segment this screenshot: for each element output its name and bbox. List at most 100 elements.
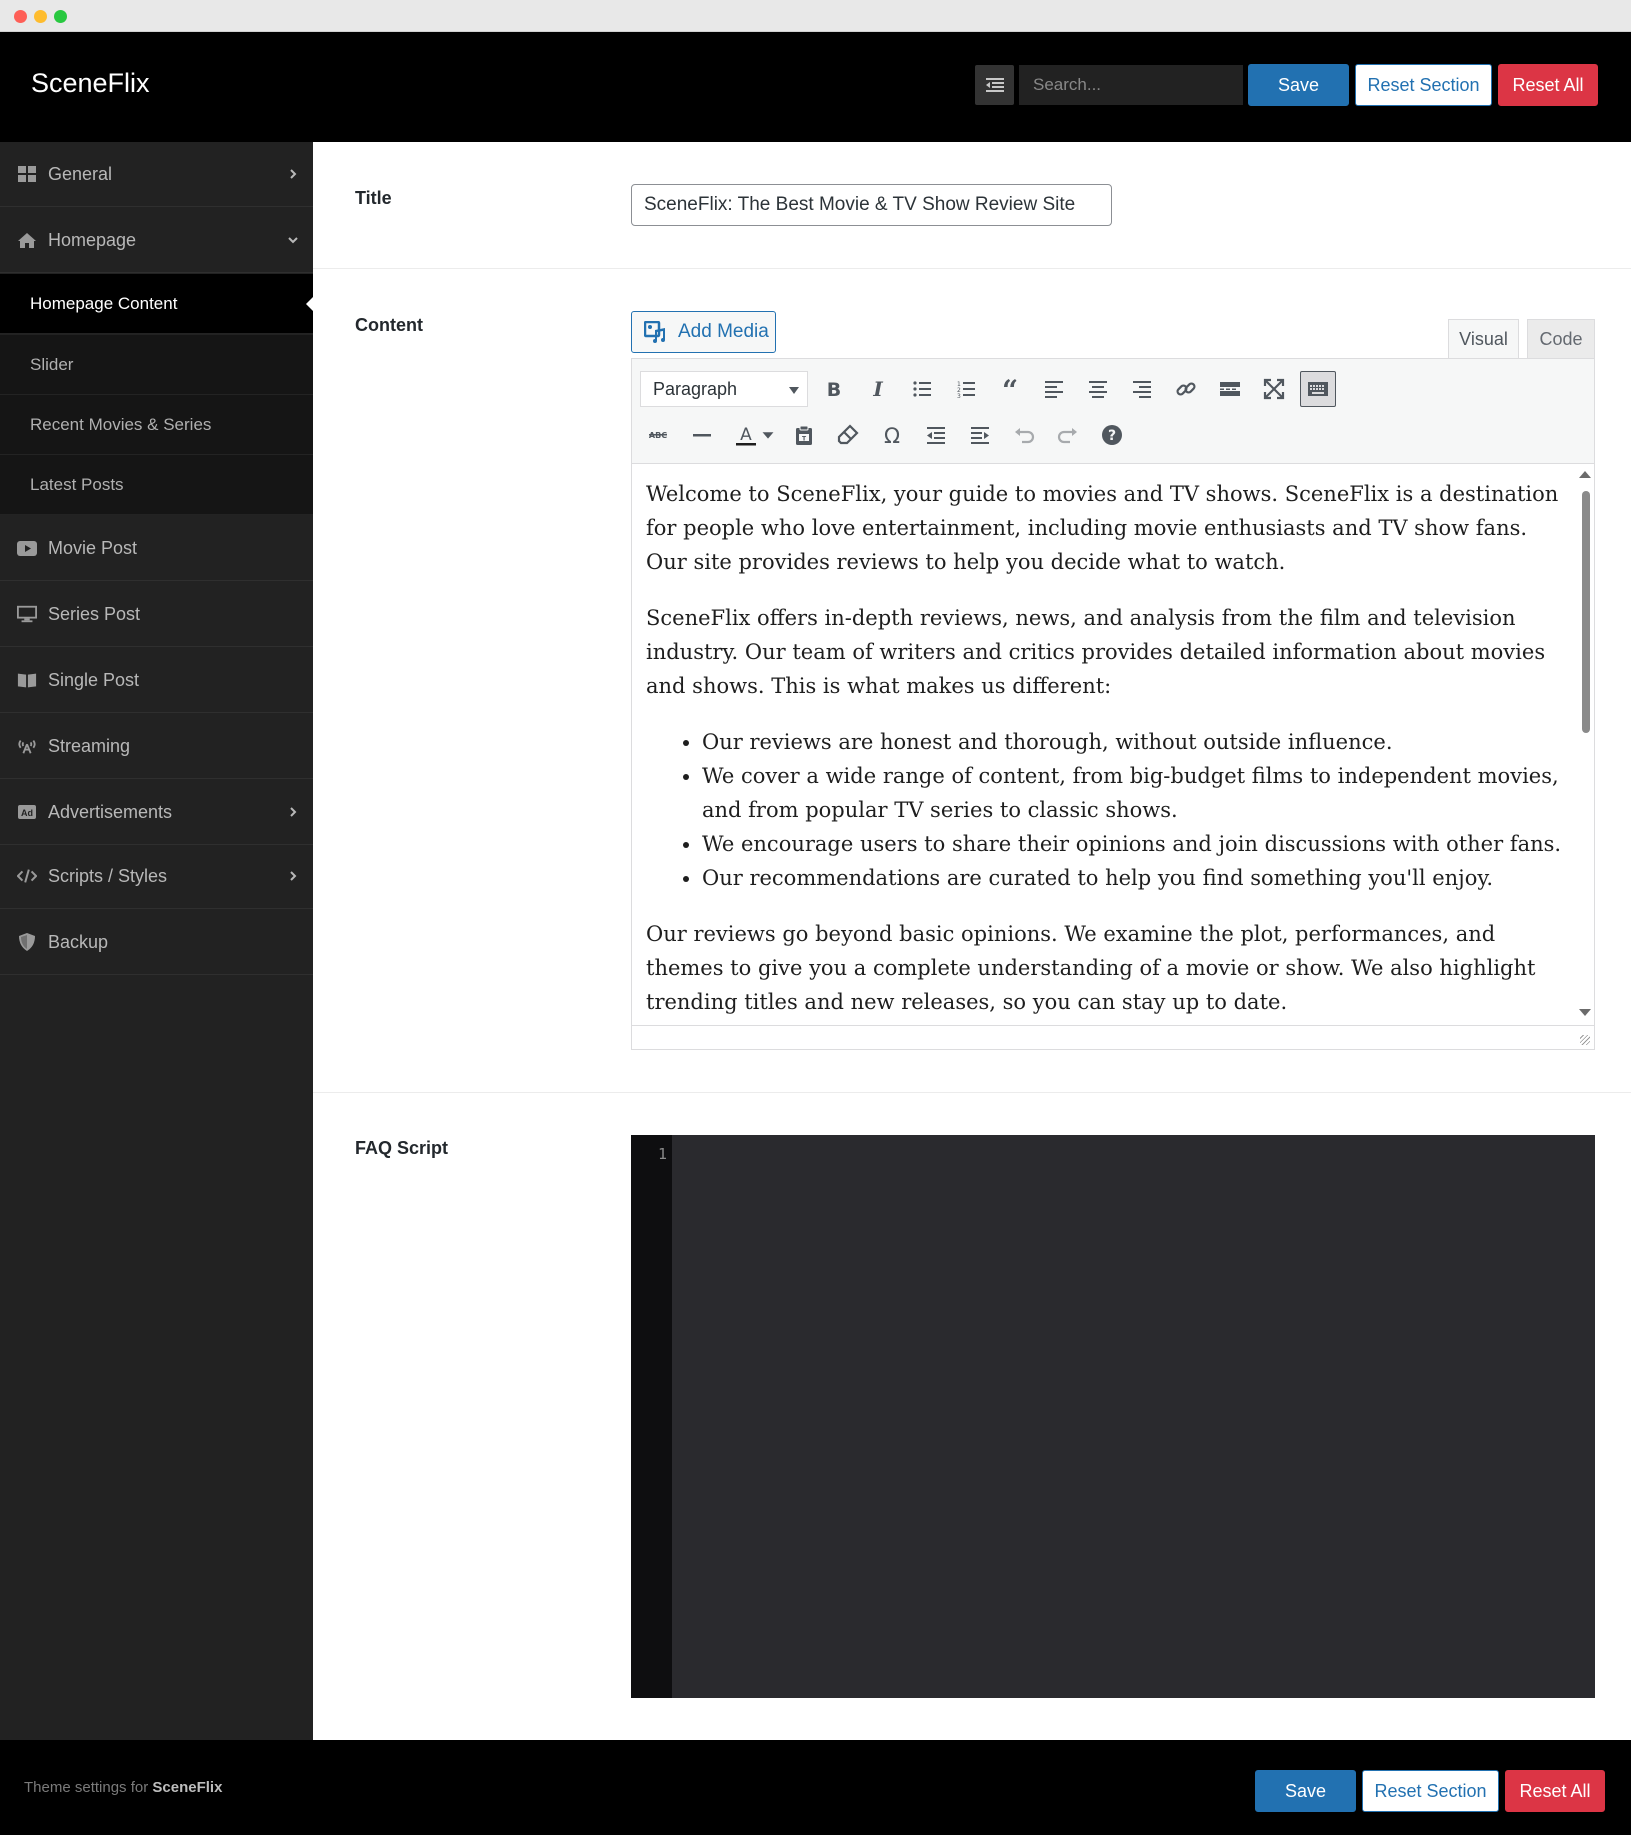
home-icon <box>17 230 37 250</box>
help-button[interactable]: ? <box>1094 417 1130 453</box>
search-input[interactable] <box>1019 65 1243 105</box>
maximize-window-button[interactable] <box>54 10 67 23</box>
align-center-icon <box>1089 381 1107 398</box>
paste-text-button[interactable]: T <box>786 417 822 453</box>
footer: Theme settings for SceneFlix Save Reset … <box>0 1740 1631 1835</box>
footer-save-button[interactable]: Save <box>1255 1770 1356 1812</box>
bold-icon: B <box>827 379 841 400</box>
footer-reset-all-button[interactable]: Reset All <box>1505 1770 1605 1812</box>
list-item: We encourage users to share their opinio… <box>702 827 1568 861</box>
text-color-dropdown-button[interactable] <box>758 417 778 453</box>
editor-content-area[interactable]: Welcome to SceneFlix, your guide to movi… <box>632 465 1582 1025</box>
content-label: Content <box>355 315 423 335</box>
youtube-icon <box>17 538 37 558</box>
toolbar-toggle-button[interactable] <box>1300 371 1336 407</box>
footer-reset-section-button[interactable]: Reset Section <box>1362 1770 1499 1812</box>
keyboard-icon <box>1308 382 1328 396</box>
sidebar-item-advertisements[interactable]: Ad Advertisements <box>0 780 313 845</box>
list-item: Our reviews are honest and thorough, wit… <box>702 725 1568 759</box>
sidebar-toggle-button[interactable] <box>975 65 1014 105</box>
sidebar-item-homepage[interactable]: Homepage <box>0 208 313 273</box>
sidebar-item-label: Backup <box>48 931 109 952</box>
quote-icon: “ <box>1002 378 1018 400</box>
clear-formatting-button[interactable] <box>830 417 866 453</box>
scroll-up-arrow-icon[interactable] <box>1579 471 1591 478</box>
chevron-right-icon <box>290 807 297 817</box>
sidebar-item-streaming[interactable]: Streaming <box>0 714 313 779</box>
editor-statusbar <box>632 1025 1594 1049</box>
align-right-icon <box>1133 381 1151 398</box>
bold-button[interactable]: B <box>816 371 852 407</box>
sidebar-item-label: Streaming <box>48 735 131 756</box>
outdent-icon <box>927 427 945 444</box>
italic-button[interactable]: I <box>860 371 896 407</box>
sidebar-subitem-homepage-content[interactable]: Homepage Content <box>0 274 313 334</box>
sidebar-item-general[interactable]: General <box>0 142 313 207</box>
blockquote-button[interactable]: “ <box>992 371 1028 407</box>
faq-script-code-editor[interactable]: 1 <box>631 1135 1595 1698</box>
outdent-button[interactable] <box>918 417 954 453</box>
fullscreen-button[interactable] <box>1256 371 1292 407</box>
eraser-icon <box>837 424 859 445</box>
sidebar-subitem-latest-posts[interactable]: Latest Posts <box>0 455 313 515</box>
bullet-list-button[interactable] <box>904 371 940 407</box>
collapse-menu-icon <box>985 78 1004 92</box>
monitor-icon <box>17 604 37 624</box>
content-paragraph: SceneFlix offers in-depth reviews, news,… <box>646 606 1546 698</box>
scroll-thumb[interactable] <box>1582 491 1590 733</box>
read-more-button[interactable] <box>1212 371 1248 407</box>
indent-icon <box>971 427 989 444</box>
sidebar-item-backup[interactable]: Backup <box>0 910 313 975</box>
chevron-right-icon <box>290 871 297 881</box>
title-input[interactable] <box>631 184 1112 226</box>
italic-icon: I <box>872 378 883 400</box>
brand-title: SceneFlix <box>31 68 150 98</box>
sidebar-subitem-recent-movies-series[interactable]: Recent Movies & Series <box>0 395 313 455</box>
close-window-button[interactable] <box>14 10 27 23</box>
special-character-button[interactable]: Ω <box>874 417 910 453</box>
rich-text-editor: Paragraph B I 123 “ ABC A T Ω ? Welcome … <box>631 358 1595 1050</box>
redo-button[interactable] <box>1050 417 1086 453</box>
insert-link-button[interactable] <box>1168 371 1204 407</box>
align-left-button[interactable] <box>1036 371 1072 407</box>
reset-all-button[interactable]: Reset All <box>1498 64 1598 106</box>
svg-text:3: 3 <box>957 393 961 400</box>
svg-text:A: A <box>740 425 752 445</box>
top-header: SceneFlix Save Reset Section Reset All <box>0 32 1631 142</box>
sidebar-subitem-slider[interactable]: Slider <box>0 335 313 395</box>
sidebar-item-scripts-styles[interactable]: Scripts / Styles <box>0 844 313 909</box>
read-more-icon <box>1220 382 1240 396</box>
sidebar-item-movie-post[interactable]: Movie Post <box>0 516 313 581</box>
content-bullet-list: Our reviews are honest and thorough, wit… <box>702 725 1568 895</box>
title-label: Title <box>355 188 392 208</box>
sidebar-item-label: Homepage <box>48 229 137 250</box>
reset-section-button[interactable]: Reset Section <box>1355 64 1492 106</box>
tab-code[interactable]: Code <box>1527 319 1595 359</box>
link-icon <box>1176 382 1196 396</box>
indent-button[interactable] <box>962 417 998 453</box>
sidebar-item-series-post[interactable]: Series Post <box>0 582 313 647</box>
bullet-list-icon <box>913 381 931 397</box>
dropdown-arrow-icon <box>789 387 799 394</box>
save-button[interactable]: Save <box>1248 64 1349 106</box>
caret-down-icon <box>762 432 774 439</box>
numbered-list-button[interactable]: 123 <box>948 371 984 407</box>
text-color-icon: A <box>736 425 756 446</box>
ad-icon: Ad <box>17 802 37 822</box>
format-select[interactable]: Paragraph <box>640 371 808 407</box>
strikethrough-button[interactable]: ABC <box>640 417 676 453</box>
add-media-button[interactable]: Add Media <box>631 311 776 353</box>
minimize-window-button[interactable] <box>34 10 47 23</box>
add-media-label: Add Media <box>678 321 769 342</box>
help-icon: ? <box>1102 425 1122 445</box>
sidebar-item-single-post[interactable]: Single Post <box>0 648 313 713</box>
align-right-button[interactable] <box>1124 371 1160 407</box>
align-center-button[interactable] <box>1080 371 1116 407</box>
svg-text:I: I <box>872 378 883 400</box>
tab-visual[interactable]: Visual <box>1448 319 1519 359</box>
resize-handle-icon[interactable] <box>1580 1035 1590 1045</box>
horizontal-line-button[interactable] <box>684 417 720 453</box>
undo-button[interactable] <box>1006 417 1042 453</box>
scroll-down-arrow-icon[interactable] <box>1579 1009 1591 1016</box>
svg-text:?: ? <box>1108 428 1116 444</box>
